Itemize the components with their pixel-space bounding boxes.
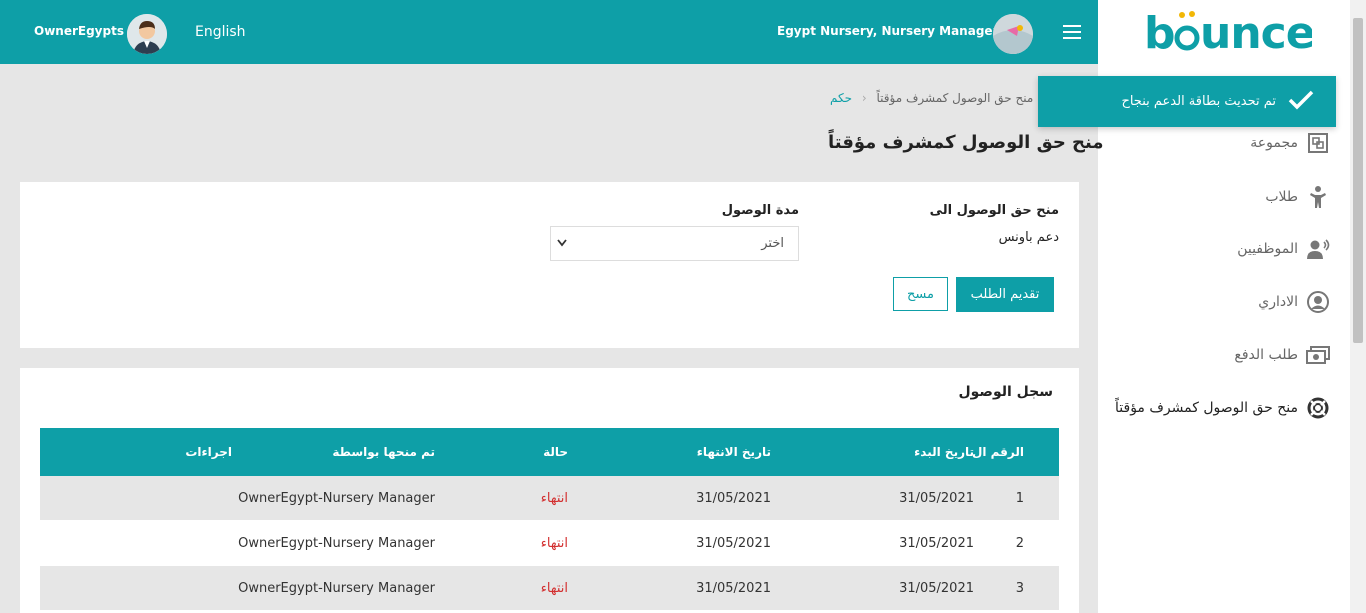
chevron-down-icon: [557, 236, 567, 251]
access-log-title: سجل الوصول: [958, 384, 1053, 400]
cell-number: 1: [1015, 490, 1024, 506]
duration-select-value: اختر: [761, 236, 784, 251]
sidebar-item-label: مجموعة: [1250, 135, 1298, 151]
hamburger-menu-icon[interactable]: [1061, 22, 1085, 42]
cell-number: 3: [1015, 580, 1024, 596]
access-log-card: سجل الوصول الرقم ال تاريخ البدء تاريخ ال…: [20, 368, 1079, 613]
breadcrumb: منح حق الوصول كمشرف مؤقتاً ‹ حكم: [830, 91, 1033, 105]
col-number: الرقم ال: [971, 445, 1024, 459]
cell-end-date: 31/05/2021: [696, 535, 771, 551]
col-status: حالة: [543, 445, 568, 459]
cell-start-date: 31/05/2021: [899, 535, 974, 551]
breadcrumb-current: منح حق الوصول كمشرف مؤقتاً: [876, 91, 1034, 105]
toast-message: تم تحديث بطاقة الدعم بنجاح: [1121, 94, 1276, 109]
status-badge: انتهاء: [540, 535, 568, 551]
nursery-role-label[interactable]: Egypt Nursery, Nursery Manager: [777, 24, 998, 38]
top-header: OwnerEgypts English Egypt Nursery, Nurse…: [0, 0, 1098, 64]
sidebar-item-label: طلب الدفع: [1234, 347, 1298, 363]
chevron-left-icon: ‹: [861, 91, 867, 105]
status-badge: انتهاء: [540, 490, 568, 506]
submit-request-button[interactable]: تقديم الطلب: [956, 277, 1054, 312]
lifebuoy-icon: [1306, 396, 1330, 420]
sidebar-item-admin[interactable]: الاداري: [1258, 287, 1330, 317]
sidebar-item-temp-admin-access[interactable]: منح حق الوصول كمشرف مؤقتاً: [1115, 393, 1330, 423]
status-badge: انتهاء: [540, 580, 568, 596]
table-header: الرقم ال تاريخ البدء تاريخ الانتهاء حالة…: [40, 428, 1059, 476]
nursery-avatar[interactable]: [993, 14, 1033, 54]
svg-text:unce: unce: [1200, 8, 1312, 58]
cell-end-date: 31/05/2021: [696, 580, 771, 596]
page-title: منح حق الوصول كمشرف مؤقتاً: [828, 132, 1104, 153]
col-start-date: تاريخ البدء: [914, 445, 974, 459]
access-form-card: منح حق الوصول الى دعم باونس مدة الوصول ا…: [20, 182, 1079, 348]
sidebar-item-label: الاداري: [1258, 294, 1298, 310]
access-log-table: الرقم ال تاريخ البدء تاريخ الانتهاء حالة…: [40, 428, 1059, 611]
sidebar-item-label: منح حق الوصول كمشرف مؤقتاً: [1115, 400, 1298, 416]
sidebar-item-label: الموظفيين: [1237, 241, 1298, 257]
group-icon: [1306, 131, 1330, 155]
access-to-label: منح حق الوصول الى: [929, 203, 1059, 218]
language-switch[interactable]: English: [195, 24, 246, 40]
cell-number: 2: [1015, 535, 1024, 551]
page-scrollbar[interactable]: [1350, 0, 1366, 613]
sidebar-item-staff[interactable]: الموظفيين: [1237, 234, 1330, 264]
access-to-value: دعم باونس: [998, 230, 1059, 245]
sidebar-item-students[interactable]: طلاب: [1265, 182, 1330, 212]
duration-select[interactable]: اختر: [550, 226, 799, 261]
cell-end-date: 31/05/2021: [696, 490, 771, 506]
success-toast[interactable]: تم تحديث بطاقة الدعم بنجاح: [1038, 76, 1336, 127]
table-row: 1 31/05/2021 31/05/2021 انتهاء OwnerEgyp…: [40, 476, 1059, 521]
col-end-date: تاريخ الانتهاء: [696, 445, 771, 459]
clear-button[interactable]: مسح: [893, 277, 948, 311]
student-icon: [1306, 185, 1330, 209]
cell-start-date: 31/05/2021: [899, 490, 974, 506]
scrollbar-thumb[interactable]: [1353, 18, 1363, 343]
col-actions: اجراءات: [185, 445, 232, 459]
breadcrumb-home-link[interactable]: حكم: [830, 91, 852, 105]
owner-name[interactable]: OwnerEgypts: [34, 24, 124, 38]
sidebar-item-payment[interactable]: طلب الدفع: [1234, 340, 1330, 370]
cell-granted-by: OwnerEgypt-Nursery Manager: [238, 580, 435, 596]
checkmark-icon: [1288, 90, 1314, 114]
col-granted-by: تم منحها بواسطة: [332, 445, 435, 459]
payment-icon: [1306, 343, 1330, 367]
staff-icon: [1306, 237, 1330, 261]
cell-granted-by: OwnerEgypt-Nursery Manager: [238, 535, 435, 551]
cell-granted-by: OwnerEgypt-Nursery Manager: [238, 490, 435, 506]
admin-icon: [1306, 290, 1330, 314]
cell-start-date: 31/05/2021: [899, 580, 974, 596]
bounce-logo[interactable]: b unce: [1142, 8, 1316, 59]
owner-avatar[interactable]: [127, 14, 167, 54]
table-row: 3 31/05/2021 31/05/2021 انتهاء OwnerEgyp…: [40, 566, 1059, 611]
duration-label: مدة الوصول: [721, 203, 799, 218]
table-row: 2 31/05/2021 31/05/2021 انتهاء OwnerEgyp…: [40, 521, 1059, 566]
svg-text:b: b: [1144, 8, 1175, 58]
sidebar-item-label: طلاب: [1265, 189, 1298, 205]
sidebar-item-group[interactable]: مجموعة: [1250, 128, 1330, 158]
